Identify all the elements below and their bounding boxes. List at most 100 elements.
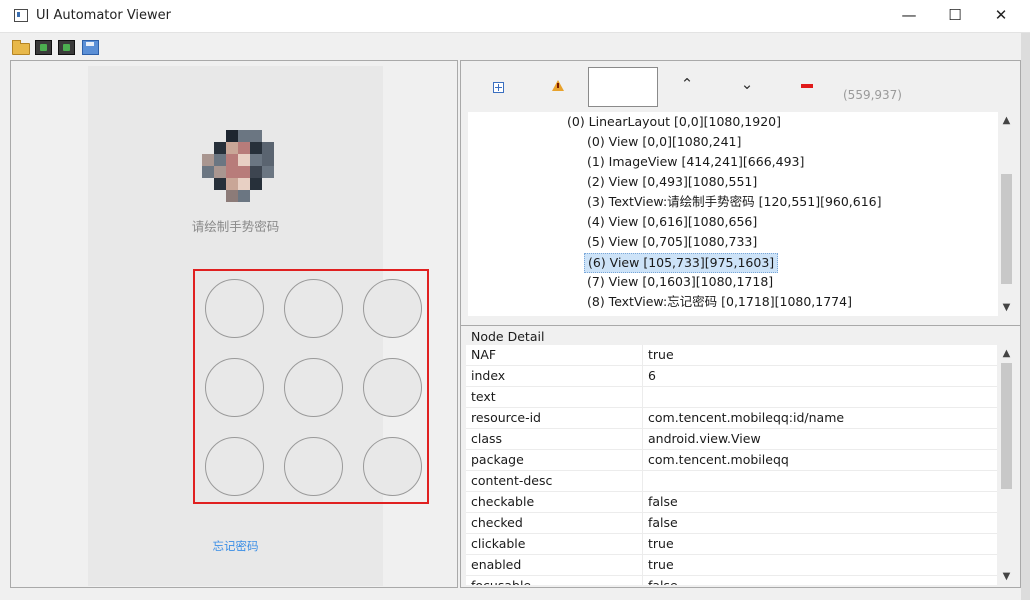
tree-node[interactable]: (6) View [105,733][975,1603] [584, 253, 779, 273]
gesture-dot[interactable] [363, 358, 422, 417]
avatar-pixel [262, 154, 274, 166]
node-detail-table: NAF true index 6 text resource-id com.tencent.… [466, 345, 997, 585]
avatar-pixel [214, 166, 226, 178]
detail-row[interactable]: enabled true [466, 555, 997, 576]
device-screenshot-compressed-icon[interactable] [58, 40, 75, 55]
search-input[interactable] [588, 67, 658, 107]
app-icon [14, 9, 28, 22]
detail-value: android.view.View [648, 431, 761, 446]
tree-node[interactable]: (0) LinearLayout [0,0][1080,1920] [564, 113, 784, 131]
tree-node[interactable]: (0) View [0,0][1080,241] [584, 133, 744, 151]
scroll-up-icon[interactable]: ▲ [998, 115, 1015, 126]
column-divider [642, 492, 643, 513]
window-title: UI Automator Viewer [36, 8, 172, 23]
detail-key: checked [471, 515, 523, 530]
coordinates-readout: (559,937) [843, 88, 902, 102]
detail-value: true [648, 536, 674, 551]
gesture-dot[interactable] [284, 358, 343, 417]
detail-row[interactable]: resource-id com.tencent.mobileqq:id/name [466, 408, 997, 429]
detail-key: package [471, 452, 524, 467]
hierarchy-panel: ⌃ ⌄ (559,937) (0) LinearLayout [0,0][108… [460, 60, 1021, 326]
chevron-up-icon[interactable]: ⌃ [677, 75, 697, 93]
detail-scrollbar[interactable]: ▲ ▼ [998, 345, 1015, 585]
avatar-pixel [238, 178, 250, 190]
detail-key: index [471, 368, 506, 383]
forgot-password-link[interactable]: 忘记密码 [88, 538, 383, 554]
device-screenshot-icon[interactable] [35, 40, 52, 55]
detail-key: focusable [471, 578, 531, 585]
tree-node[interactable]: (5) View [0,705][1080,733] [584, 233, 760, 251]
tree-node[interactable]: (1) ImageView [414,241][666,493] [584, 153, 807, 171]
tree-node[interactable]: (4) View [0,616][1080,656] [584, 213, 760, 231]
detail-value: true [648, 557, 674, 572]
avatar-pixel [226, 154, 238, 166]
detail-row[interactable]: checkable false [466, 492, 997, 513]
avatar-pixel [250, 142, 262, 154]
avatar-pixel [238, 130, 250, 142]
gesture-dot[interactable] [363, 279, 422, 338]
avatar-pixel [250, 130, 262, 142]
avatar-pixel [226, 178, 238, 190]
detail-row[interactable]: text [466, 387, 997, 408]
detail-value: false [648, 515, 678, 530]
detail-value: false [648, 578, 678, 585]
avatar-pixel [202, 166, 214, 178]
detail-row[interactable]: checked false [466, 513, 997, 534]
detail-row[interactable]: focusable false [466, 576, 997, 585]
avatar-pixel [226, 142, 238, 154]
detail-row[interactable]: package com.tencent.mobileqq [466, 450, 997, 471]
tree-node[interactable]: (3) TextView:请绘制手势密码 [120,551][960,616] [584, 193, 885, 211]
gesture-dot[interactable] [284, 279, 343, 338]
detail-row[interactable]: content-desc [466, 471, 997, 492]
hierarchy-tree[interactable]: (0) LinearLayout [0,0][1080,1920] (0) Vie… [468, 112, 998, 316]
gesture-dot[interactable] [363, 437, 422, 496]
device-screen[interactable]: 请绘制手势密码 忘记密码 [88, 66, 429, 586]
tree-scrollbar[interactable]: ▲ ▼ [998, 112, 1015, 316]
tree-node[interactable]: (7) View [0,1603][1080,1718] [584, 273, 776, 291]
avatar-pixel [226, 190, 238, 202]
detail-row[interactable]: index 6 [466, 366, 997, 387]
column-divider [642, 576, 643, 585]
gesture-dot[interactable] [205, 279, 264, 338]
detail-row[interactable]: NAF true [466, 345, 997, 366]
detail-key: NAF [471, 347, 497, 362]
tree-node[interactable]: (2) View [0,493][1080,551] [584, 173, 760, 191]
expand-all-icon[interactable] [493, 82, 504, 93]
column-divider [642, 387, 643, 408]
selected-node-highlight[interactable] [193, 269, 429, 504]
avatar-pixel [262, 166, 274, 178]
chevron-down-icon[interactable]: ⌄ [737, 75, 757, 93]
folder-open-icon[interactable] [12, 40, 30, 55]
maximize-button[interactable]: ☐ [932, 0, 978, 32]
detail-key: text [471, 389, 496, 404]
column-divider [642, 345, 643, 366]
node-detail-label: Node Detail [471, 329, 545, 344]
minimize-button[interactable]: — [886, 0, 932, 32]
scroll-up-icon[interactable]: ▲ [998, 348, 1015, 359]
window-edge [1021, 33, 1030, 600]
avatar-pixel [214, 142, 226, 154]
gesture-dot[interactable] [205, 437, 264, 496]
detail-row[interactable]: class android.view.View [466, 429, 997, 450]
detail-key: clickable [471, 536, 526, 551]
avatar-pixel [250, 166, 262, 178]
scroll-down-icon[interactable]: ▼ [998, 571, 1015, 582]
gesture-dot[interactable] [284, 437, 343, 496]
avatar-pixel [250, 178, 262, 190]
avatar-pixel [226, 130, 238, 142]
detail-row[interactable]: clickable true [466, 534, 997, 555]
avatar-pixel [250, 154, 262, 166]
detail-value: com.tencent.mobileqq:id/name [648, 410, 845, 425]
save-icon[interactable] [82, 40, 99, 55]
warning-icon[interactable] [552, 80, 564, 91]
avatar-pixel [226, 166, 238, 178]
scroll-thumb[interactable] [1001, 174, 1012, 284]
gesture-dot[interactable] [205, 358, 264, 417]
scroll-thumb[interactable] [1001, 363, 1012, 489]
close-button[interactable]: ✕ [978, 0, 1024, 32]
avatar-pixel [238, 166, 250, 178]
clear-icon[interactable] [801, 84, 813, 88]
scroll-down-icon[interactable]: ▼ [998, 302, 1015, 313]
tree-node[interactable]: (8) TextView:忘记密码 [0,1718][1080,1774] [584, 293, 855, 311]
column-divider [642, 513, 643, 534]
